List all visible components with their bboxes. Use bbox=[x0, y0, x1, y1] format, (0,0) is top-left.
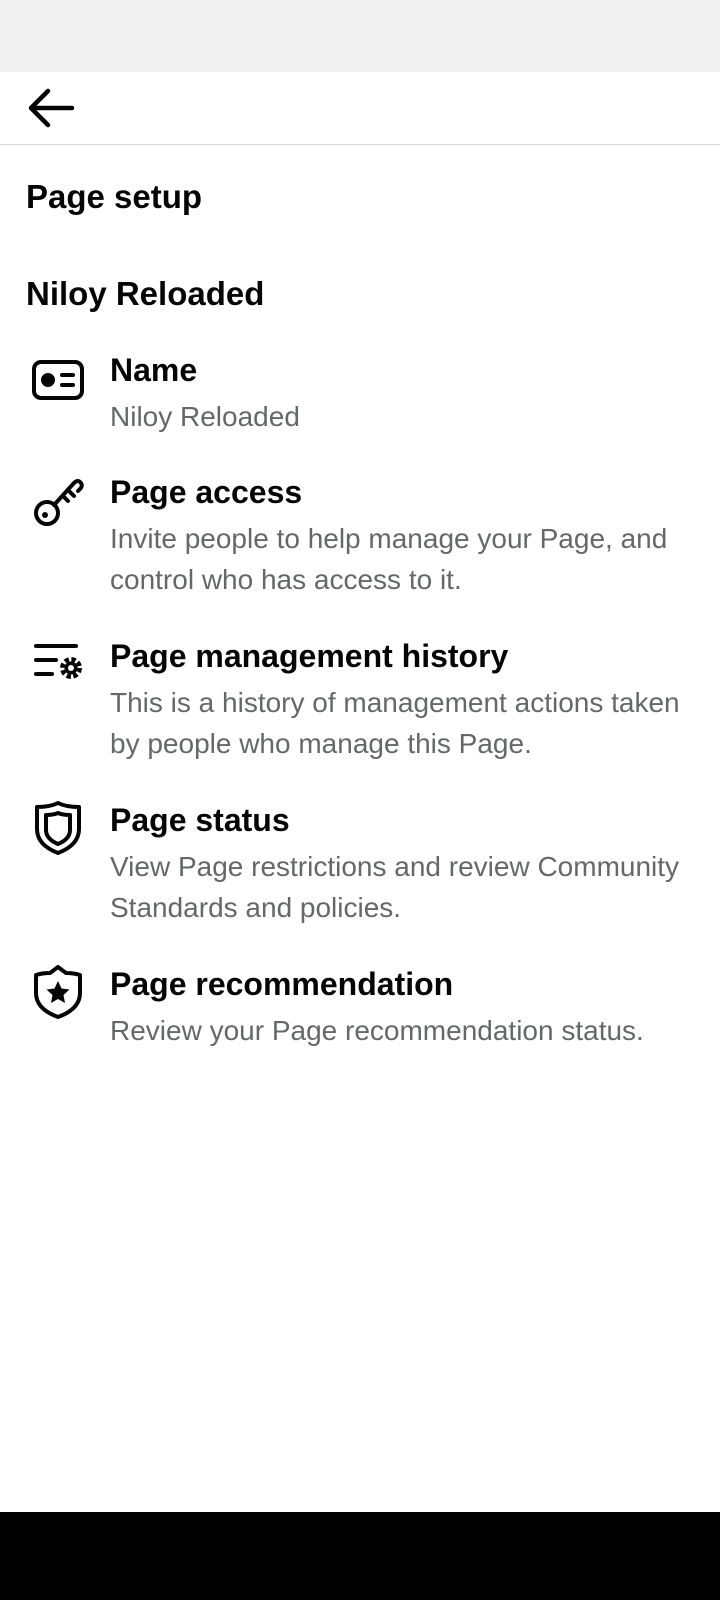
status-bar bbox=[0, 0, 720, 72]
setting-description: Review your Page recommendation status. bbox=[110, 1015, 644, 1046]
setting-title: Page management history bbox=[110, 638, 509, 674]
shield-icon bbox=[28, 798, 88, 858]
setting-title: Page access bbox=[110, 474, 303, 510]
setting-text: Page access Invite people to help manage… bbox=[110, 472, 690, 600]
key-icon bbox=[28, 472, 88, 532]
page-name-heading: Niloy Reloaded bbox=[26, 275, 265, 312]
setting-description: Niloy Reloaded bbox=[110, 401, 300, 432]
setting-title: Name bbox=[110, 352, 198, 388]
setting-text: Page recommendation Review your Page rec… bbox=[110, 964, 690, 1051]
arrow-left-icon bbox=[28, 88, 75, 128]
page-title: Page setup bbox=[26, 178, 203, 215]
shield-star-icon bbox=[28, 962, 88, 1022]
setting-text: Page management history This is a histor… bbox=[110, 636, 690, 764]
app-bar bbox=[0, 72, 720, 145]
id-card-icon bbox=[28, 350, 88, 410]
setting-text: Page status View Page restrictions and r… bbox=[110, 800, 690, 928]
list-settings-icon bbox=[28, 632, 88, 692]
back-button[interactable] bbox=[18, 80, 82, 136]
setting-title: Page status bbox=[110, 802, 290, 838]
system-nav-bar bbox=[0, 1512, 720, 1600]
setting-title: Page recommendation bbox=[110, 966, 454, 1002]
setting-description: Invite people to help manage your Page, … bbox=[110, 523, 668, 595]
setting-description: View Page restrictions and review Commun… bbox=[110, 851, 680, 923]
setting-text: Name Niloy Reloaded bbox=[110, 350, 690, 437]
setting-description: This is a history of management actions … bbox=[110, 687, 680, 759]
